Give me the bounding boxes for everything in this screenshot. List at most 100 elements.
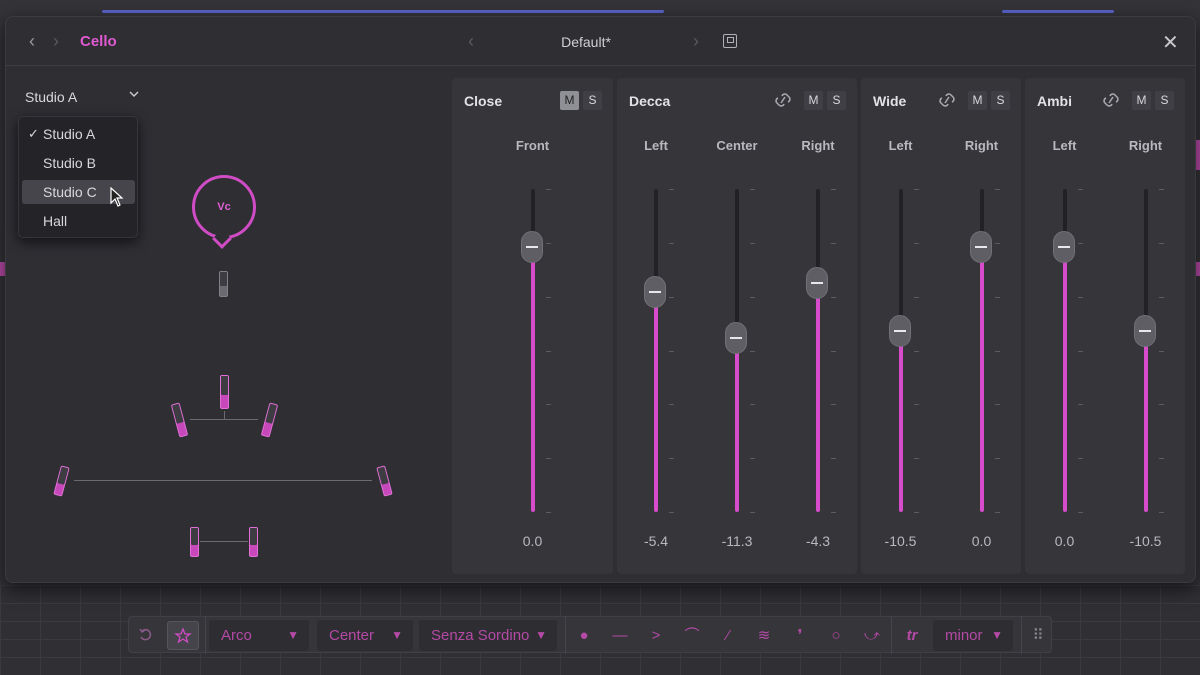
preset-next-icon[interactable]: › bbox=[693, 31, 699, 52]
panel-wide: Wide S M Left -10.5 Right 0.0 bbox=[861, 78, 1021, 574]
forward-arrow-icon[interactable]: › bbox=[46, 31, 66, 51]
channel-value: -10.5 bbox=[1129, 533, 1162, 549]
fader-tick bbox=[545, 242, 551, 244]
fader-tick bbox=[913, 189, 919, 190]
auto-articulation-icon[interactable] bbox=[167, 621, 199, 650]
tremolo-icon[interactable]: ≋ bbox=[753, 621, 775, 650]
mode-select[interactable]: minor ▼ bbox=[933, 620, 1013, 651]
toolbar-separator bbox=[565, 617, 566, 654]
fader-tick bbox=[994, 458, 1000, 460]
fader-level bbox=[816, 282, 820, 512]
fader-track[interactable] bbox=[969, 189, 992, 512]
fader-knob[interactable] bbox=[806, 266, 828, 299]
solo-button[interactable]: S bbox=[1155, 91, 1174, 110]
fader-knob[interactable] bbox=[1052, 231, 1075, 264]
room-option-label: Studio B bbox=[43, 155, 96, 171]
mute-select[interactable]: Senza Sordino ▼ bbox=[419, 620, 557, 651]
fader-tick bbox=[1158, 242, 1164, 244]
fader-knob[interactable] bbox=[888, 315, 911, 348]
fader-knob[interactable] bbox=[725, 321, 747, 354]
panel-title: Decca bbox=[629, 93, 671, 109]
pizzicato-icon[interactable]: ⤻ bbox=[861, 621, 883, 650]
fader-tick bbox=[545, 512, 551, 513]
window-title: Cello bbox=[80, 33, 117, 50]
background-track-marker bbox=[1196, 262, 1200, 276]
fader-tick bbox=[831, 512, 836, 513]
link-icon[interactable] bbox=[937, 92, 957, 108]
fader-tick bbox=[1077, 404, 1083, 406]
position-select[interactable]: Center ▼ bbox=[317, 620, 413, 651]
fader-tick bbox=[994, 350, 1000, 352]
fader-tick bbox=[750, 350, 755, 352]
fader-tick bbox=[994, 512, 1000, 513]
room-dropdown: ✓ Studio A Studio B Studio C Hall bbox=[18, 116, 138, 238]
solo-button[interactable]: S bbox=[583, 91, 602, 110]
fader-tick bbox=[831, 404, 836, 406]
link-icon[interactable] bbox=[1101, 92, 1121, 108]
solo-button[interactable]: S bbox=[827, 91, 846, 110]
fader-knob[interactable] bbox=[1133, 315, 1156, 348]
fader-track[interactable] bbox=[806, 189, 828, 512]
fader-track[interactable] bbox=[888, 189, 911, 512]
mute-button[interactable]: M bbox=[804, 91, 823, 110]
undo-icon[interactable] bbox=[135, 621, 157, 650]
ambi-right-mic-icon bbox=[249, 527, 258, 557]
fader-tick bbox=[1077, 512, 1083, 513]
fader-tick bbox=[831, 242, 836, 244]
fader-tick bbox=[994, 242, 1000, 244]
mute-button[interactable]: M bbox=[968, 91, 987, 110]
fader-tick bbox=[545, 404, 551, 406]
close-icon[interactable]: ✕ bbox=[1162, 30, 1179, 55]
fader-knob[interactable] bbox=[520, 231, 543, 264]
articulation-select[interactable]: Arco ▼ bbox=[209, 620, 309, 651]
fader-track[interactable] bbox=[520, 189, 543, 512]
staccato-icon[interactable]: ● bbox=[573, 621, 595, 650]
preset-name[interactable]: Default* bbox=[506, 34, 666, 50]
fader-tick bbox=[913, 350, 919, 352]
preset-prev-icon[interactable]: ‹ bbox=[468, 31, 474, 52]
chevron-down-icon[interactable] bbox=[128, 87, 140, 103]
link-icon[interactable] bbox=[773, 92, 793, 108]
fader-tick bbox=[1158, 296, 1164, 298]
room-option-hall[interactable]: Hall bbox=[22, 209, 135, 233]
save-icon[interactable] bbox=[723, 34, 737, 48]
accent-icon[interactable]: > bbox=[645, 621, 667, 650]
back-arrow-icon[interactable]: ‹ bbox=[22, 31, 42, 51]
slur-icon[interactable]: ⌒ bbox=[681, 621, 703, 650]
breath-icon[interactable]: ❜ bbox=[789, 621, 811, 650]
drag-handle-icon[interactable]: ⠿ bbox=[1027, 621, 1049, 650]
mute-button[interactable]: M bbox=[560, 91, 579, 110]
instrument-bubble[interactable]: Vc bbox=[192, 175, 256, 239]
fader-tick bbox=[913, 512, 919, 513]
room-option-studio-b[interactable]: Studio B bbox=[22, 151, 135, 175]
titlebar: ‹ › Cello ‹ Default* › ✕ bbox=[6, 17, 1195, 66]
trill-icon[interactable]: tr bbox=[901, 621, 923, 650]
articulation-value: Arco bbox=[221, 627, 252, 644]
fader-track[interactable] bbox=[644, 189, 666, 512]
fader-tick bbox=[994, 404, 1000, 406]
fader-knob[interactable] bbox=[969, 231, 992, 264]
glissando-icon[interactable]: ⁄ bbox=[717, 621, 739, 650]
fader-tick bbox=[545, 350, 551, 352]
harmonic-icon[interactable]: ○ bbox=[825, 621, 847, 650]
fader-knob[interactable] bbox=[644, 276, 666, 309]
mixer-window: ‹ › Cello ‹ Default* › ✕ Studio A Vc ✓ St… bbox=[5, 16, 1196, 583]
fader-track[interactable] bbox=[1133, 189, 1156, 512]
channel-label: Front bbox=[515, 138, 550, 153]
mute-button[interactable]: M bbox=[1132, 91, 1151, 110]
ambi-bar bbox=[200, 541, 248, 542]
decca-left-mic-icon bbox=[170, 402, 189, 438]
channel-label: Right bbox=[1128, 138, 1163, 153]
solo-button[interactable]: S bbox=[991, 91, 1010, 110]
fader-tick bbox=[669, 458, 674, 460]
tenuto-icon[interactable]: — bbox=[609, 621, 631, 650]
fader-tick bbox=[831, 350, 836, 352]
wide-left-mic-icon bbox=[53, 465, 70, 497]
room-select[interactable]: Studio A bbox=[25, 89, 77, 105]
decca-right-mic-icon bbox=[260, 402, 279, 438]
fader-track[interactable] bbox=[1052, 189, 1075, 512]
fader-track[interactable] bbox=[725, 189, 747, 512]
room-option-studio-a[interactable]: ✓ Studio A bbox=[22, 122, 135, 146]
channel-value: -4.3 bbox=[805, 533, 831, 549]
articulation-toolbar: Arco ▼ Center ▼ Senza Sordino ▼ ● — > ⌒ ⁄ ≋… bbox=[128, 616, 1052, 654]
